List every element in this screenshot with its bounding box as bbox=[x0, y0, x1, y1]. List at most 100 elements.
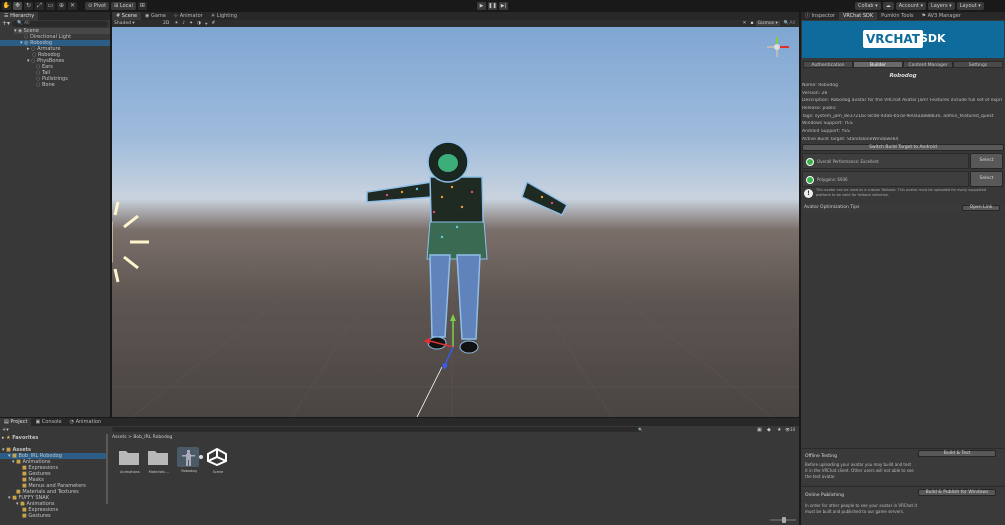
filter-label-icon[interactable]: ◆ bbox=[767, 427, 771, 433]
tab-av3-manager[interactable]: ⚑ AV3 Manager bbox=[918, 12, 965, 20]
tab-animator[interactable]: ⊹ Animator bbox=[170, 12, 207, 20]
orientation-gizmo[interactable] bbox=[767, 37, 789, 57]
local-toggle[interactable]: ⊞ Local bbox=[111, 2, 136, 10]
sdk-tab-authentication[interactable]: Authentication bbox=[803, 61, 853, 68]
tree-scrollbar[interactable] bbox=[106, 434, 108, 504]
scene-search-input[interactable]: 🔍All bbox=[780, 21, 799, 26]
scene-tabbar: # Scene ◉ Game ⊹ Animator ☀ Lighting bbox=[112, 12, 799, 20]
shading-label: Shaded bbox=[114, 21, 131, 26]
layout-dropdown[interactable]: Layout ▾ bbox=[956, 2, 984, 10]
project-tree: ▸ ★ Favorites ▾ ■ Assets ▾ ■ Bob_IRL Rob… bbox=[0, 434, 108, 525]
grid-snap-icon[interactable]: ⊞ bbox=[137, 2, 147, 10]
zoom-slider[interactable] bbox=[770, 517, 796, 523]
tab-hierarchy[interactable]: ☰ Hierarchy bbox=[0, 12, 39, 20]
tab-inspector[interactable]: ⓘ Inspector bbox=[801, 12, 839, 20]
collab-label: Collab bbox=[858, 3, 874, 9]
favorite-star-icon[interactable]: ★ bbox=[777, 427, 781, 433]
eye-count: 👁10 bbox=[785, 427, 795, 432]
windows-support: Windows Support: YES bbox=[802, 121, 853, 126]
select-overall-button[interactable]: Select bbox=[970, 153, 1003, 169]
tab-lighting[interactable]: ☀ Lighting bbox=[207, 12, 241, 20]
fallback-note-text: This avatar can be used as a custom Fall… bbox=[816, 188, 987, 197]
tab-inspector-label: Inspector bbox=[811, 13, 835, 19]
layout-label: Layout bbox=[959, 3, 977, 9]
rect-tool-icon[interactable]: ▭ bbox=[46, 2, 55, 10]
local-icon: ⊞ bbox=[114, 3, 119, 9]
hierarchy-panel: ☰ Hierarchy +▾ 🔍 All ▾ ◈ Scene ◌ Directi… bbox=[0, 12, 110, 417]
custom-tool-icon[interactable]: ✕ bbox=[68, 2, 77, 10]
scene-viewport[interactable] bbox=[112, 27, 799, 417]
tab-game[interactable]: ◉ Game bbox=[141, 12, 170, 20]
expand-dot-icon[interactable] bbox=[199, 455, 203, 459]
asset-robodog[interactable]: Robodog bbox=[177, 447, 201, 477]
play-button[interactable]: ▶ bbox=[477, 2, 486, 10]
tab-animation[interactable]: ◔ Animation bbox=[66, 418, 105, 426]
account-dropdown[interactable]: Account ▾ bbox=[895, 2, 926, 10]
tab-game-label: Game bbox=[151, 13, 166, 19]
tab-project[interactable]: ▤ Project bbox=[0, 418, 32, 426]
transform-tool-icon[interactable]: ⊕ bbox=[57, 2, 66, 10]
online-title: Online Publishing bbox=[805, 493, 844, 498]
tree-bone-label: Bone bbox=[41, 82, 55, 88]
breadcrumb-separator: > bbox=[128, 435, 132, 440]
build-test-button[interactable]: Build & Test bbox=[918, 450, 996, 457]
layers-dropdown[interactable]: Layers ▾ bbox=[928, 2, 955, 10]
layers-label: Layers bbox=[931, 3, 948, 9]
asset-animations[interactable]: Animations bbox=[118, 448, 142, 478]
camera-icon[interactable]: ▪ bbox=[748, 21, 755, 26]
folder-icon bbox=[119, 451, 139, 465]
breadcrumb-bob-irl[interactable]: Bob_IRL Robodog bbox=[133, 435, 172, 440]
sdk-tab-content-manager[interactable]: Content Manager bbox=[903, 61, 953, 68]
collab-button[interactable]: Collab ▾ bbox=[855, 2, 881, 10]
gizmos-dropdown[interactable]: Gizmos ▾ bbox=[755, 21, 780, 26]
tab-pumkin-tools[interactable]: Pumkin Tools bbox=[877, 12, 917, 20]
cloud-icon[interactable]: ☁ bbox=[882, 2, 894, 10]
grid-toggle-icon[interactable]: # bbox=[210, 21, 218, 26]
tree-bone[interactable]: ◌ Bone bbox=[36, 82, 55, 88]
asset-label: Materials ... bbox=[148, 470, 170, 474]
step-button[interactable]: ▶| bbox=[499, 2, 508, 10]
hand-tool-icon[interactable]: ✋ bbox=[2, 2, 11, 10]
vrchat-logo: VRCHAT bbox=[863, 30, 923, 48]
asset-materials[interactable]: Materials ... bbox=[147, 448, 171, 478]
tab-vrchat-sdk[interactable]: VRChat SDK bbox=[838, 12, 878, 20]
hierarchy-list-icon: ☰ bbox=[4, 13, 9, 19]
move-tool-icon[interactable]: ✥ bbox=[13, 2, 22, 10]
switch-build-target-button[interactable]: Switch Build Target to Android bbox=[802, 144, 1004, 151]
tab-console[interactable]: ▣ Console bbox=[31, 418, 65, 426]
open-link-button[interactable]: Open Link bbox=[962, 205, 1000, 211]
asset-scene[interactable]: Scene bbox=[206, 447, 230, 478]
sdk-tab-settings[interactable]: Settings bbox=[953, 61, 1003, 68]
tab-scene[interactable]: # Scene bbox=[112, 12, 142, 20]
avatar-version: Version: 28 bbox=[802, 91, 828, 96]
directional-light-gizmo[interactable] bbox=[112, 201, 149, 283]
scene-toolbar: Shaded ▾ 2D ☀ ♪ ✦ ◑ ⌖ # ✕ ▪ Gizmos ▾ 🔍Al… bbox=[112, 20, 799, 27]
online-desc: In order for other people to see your av… bbox=[805, 503, 918, 514]
breadcrumb-assets[interactable]: Assets bbox=[112, 435, 127, 440]
rotate-tool-icon[interactable]: ↻ bbox=[24, 2, 33, 10]
mode2d-toggle[interactable]: 2D bbox=[160, 21, 172, 26]
sdk-tab-builder[interactable]: Builder bbox=[853, 61, 903, 68]
scale-tool-icon[interactable]: ⤢ bbox=[35, 2, 44, 10]
filter-type-icon[interactable]: ▣ bbox=[757, 427, 762, 433]
project-search-input[interactable] bbox=[112, 427, 642, 432]
project-add-icon[interactable]: +▾ bbox=[0, 427, 9, 433]
build-publish-button[interactable]: Build & Publish for Windows bbox=[918, 489, 996, 496]
select-polygons-button[interactable]: Select bbox=[970, 171, 1003, 187]
effects-toggle-icon[interactable]: ✦ bbox=[187, 21, 195, 26]
tree-fuffy-gestures[interactable]: ■ Gestures bbox=[22, 513, 51, 519]
hidden-objects-icon[interactable]: ◑ bbox=[195, 21, 203, 26]
pivot-toggle[interactable]: ⊙ Pivot bbox=[85, 2, 110, 10]
favorites-row[interactable]: ▸ ★ Favorites bbox=[2, 435, 38, 441]
lighting-toggle-icon[interactable]: ☀ bbox=[172, 21, 180, 26]
hierarchy-search-row: +▾ 🔍 All bbox=[2, 21, 108, 27]
vrchat-sdk-banner: VRCHAT SDK bbox=[802, 21, 1004, 58]
hierarchy-search-input[interactable]: 🔍 All bbox=[12, 21, 108, 27]
shading-dropdown[interactable]: Shaded ▾ bbox=[112, 21, 160, 26]
tools-icon[interactable]: ✕ bbox=[741, 21, 749, 26]
zoom-slider-handle[interactable] bbox=[782, 517, 786, 523]
robodog-avatar[interactable] bbox=[366, 141, 568, 354]
add-icon[interactable]: +▾ bbox=[2, 21, 10, 27]
audio-toggle-icon[interactable]: ♪ bbox=[180, 21, 187, 26]
pause-button[interactable]: ❚❚ bbox=[488, 2, 497, 10]
